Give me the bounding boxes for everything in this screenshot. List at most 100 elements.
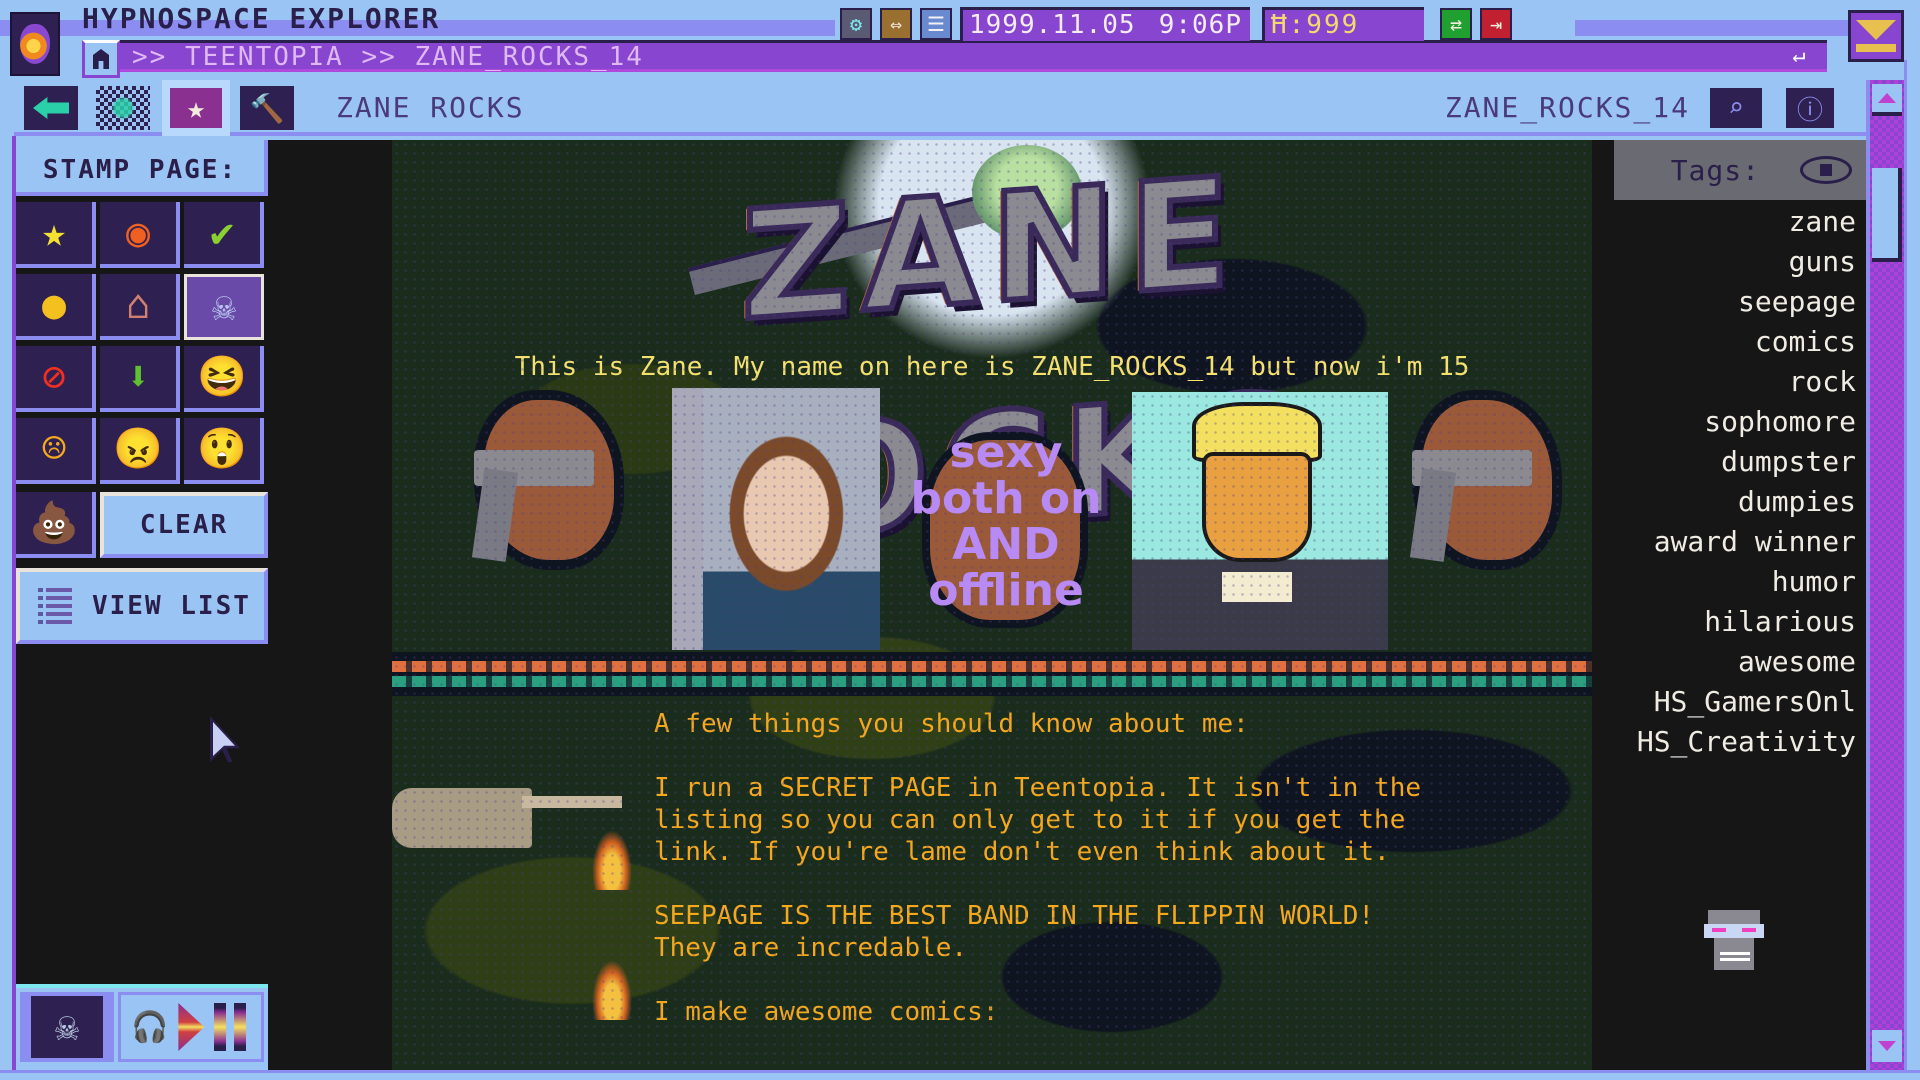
back-arrow-icon bbox=[33, 97, 69, 119]
tags-list: zane guns seepage comics rock sophomore … bbox=[1637, 202, 1856, 762]
laughing-face-icon: 😆 bbox=[197, 354, 247, 400]
home-icon bbox=[93, 49, 109, 69]
stamp-skull[interactable]: ☠ bbox=[184, 274, 264, 340]
tags-label: Tags: bbox=[1670, 153, 1760, 187]
poop-icon: 💩 bbox=[29, 500, 79, 546]
skull-icon: ☠ bbox=[211, 284, 237, 330]
star-icon: ★ bbox=[41, 210, 67, 256]
gun-image bbox=[1392, 390, 1552, 570]
tag-item[interactable]: award winner bbox=[1637, 522, 1856, 562]
tag-item[interactable]: comics bbox=[1637, 322, 1856, 362]
network-icon[interactable]: ⇄ bbox=[1440, 8, 1472, 40]
logout-icon[interactable]: ⇥ bbox=[1480, 8, 1512, 40]
about-paragraph: SEEPAGE IS THE BEST BAND IN THE FLIPPIN … bbox=[654, 901, 1375, 963]
minimize-button[interactable] bbox=[1848, 10, 1904, 62]
tag-item[interactable]: HS_Creativity bbox=[1637, 722, 1856, 762]
flame-icon bbox=[592, 830, 632, 890]
tag-item[interactable]: zane bbox=[1637, 202, 1856, 242]
cartoon-portrait bbox=[1132, 392, 1388, 650]
play-icon[interactable] bbox=[178, 1003, 205, 1051]
settings-icon[interactable]: ⚙ bbox=[840, 8, 872, 40]
go-icon[interactable]: ↵ bbox=[1781, 43, 1817, 69]
app-logo-icon[interactable] bbox=[10, 12, 60, 76]
search-icon[interactable]: ⌕ bbox=[1710, 88, 1762, 128]
stamp-poop[interactable]: 💩 bbox=[16, 492, 96, 558]
tag-item[interactable]: HS_GamersOnl bbox=[1637, 682, 1856, 722]
skull-button[interactable]: ☠ bbox=[20, 992, 114, 1062]
stamp-angry[interactable]: 😠 bbox=[100, 418, 180, 484]
slogan-line: sexy bbox=[949, 427, 1063, 478]
tag-item[interactable]: rock bbox=[1637, 362, 1856, 402]
eye-icon: ◉ bbox=[125, 210, 151, 256]
minimize-icon bbox=[1856, 20, 1896, 40]
tag-item[interactable]: humor bbox=[1637, 562, 1856, 602]
menu-icon[interactable]: ☰ bbox=[920, 8, 952, 40]
stamp-row-bottom: 💩 CLEAR bbox=[16, 492, 268, 558]
star-icon: ★ bbox=[170, 88, 222, 128]
title-stripe bbox=[1575, 20, 1855, 36]
window-frame-bottom bbox=[0, 1070, 1920, 1080]
stamp-panel: STAMP PAGE: ★ ◉ ✔ ● ⌂ ☠ ⊘ ⬇ 😆 ☹ 😠 😲 💩 CL… bbox=[16, 140, 268, 1070]
info-icon[interactable]: ⓘ bbox=[1786, 88, 1834, 128]
down-arrow-icon: ⬇ bbox=[125, 354, 151, 400]
page-title: ZANE ROCKS bbox=[336, 91, 525, 124]
headphones-icon[interactable]: 🎧 bbox=[131, 1010, 168, 1045]
gavel-icon[interactable]: 🔨 bbox=[240, 86, 294, 130]
tag-item[interactable]: dumpster bbox=[1637, 442, 1856, 482]
gun-image bbox=[454, 390, 614, 570]
music-controls: 🎧 bbox=[118, 992, 264, 1062]
flame-icon bbox=[592, 960, 632, 1020]
stamp-down-arrow[interactable]: ⬇ bbox=[100, 346, 180, 412]
title-bar: HYPNOSPACE EXPLORER ⚙ ⇔ ☰ 1999.11.05 9:0… bbox=[0, 0, 1920, 78]
stamp-coin[interactable]: ● bbox=[16, 274, 96, 340]
tag-item[interactable]: sophomore bbox=[1637, 402, 1856, 442]
address-bar[interactable]: >> TEENTOPIA >> ZANE_ROCKS_14 ↵ bbox=[82, 40, 1827, 78]
pause-icon[interactable] bbox=[214, 1003, 247, 1051]
window-frame-right bbox=[1904, 60, 1920, 1080]
hypnocoin-balance[interactable]: Ħ:999 bbox=[1262, 7, 1424, 41]
slogan-line: both on bbox=[910, 473, 1102, 524]
about-paragraph: I run a SECRET PAGE in Teentopia. It isn… bbox=[654, 773, 1422, 867]
eye-icon[interactable] bbox=[1800, 156, 1852, 184]
stamp-check[interactable]: ✔ bbox=[184, 202, 264, 268]
stamp-star[interactable]: ★ bbox=[16, 202, 96, 268]
skeleton-hand-image bbox=[392, 768, 622, 868]
fire-divider bbox=[392, 652, 1592, 696]
stamp-laughing[interactable]: 😆 bbox=[184, 346, 264, 412]
stamp-no[interactable]: ⊘ bbox=[16, 346, 96, 412]
tag-item[interactable]: hilarious bbox=[1637, 602, 1856, 642]
page-margin bbox=[268, 140, 392, 1070]
page-id: ZANE_ROCKS_14 bbox=[1444, 91, 1690, 124]
home-button[interactable] bbox=[82, 40, 120, 78]
robot-icon[interactable] bbox=[1704, 902, 1768, 978]
tag-item[interactable]: dumpies bbox=[1637, 482, 1856, 522]
wallpaper-button[interactable] bbox=[96, 86, 150, 130]
scroll-down-button[interactable] bbox=[1872, 1030, 1902, 1062]
address-input[interactable]: >> TEENTOPIA >> ZANE_ROCKS_14 bbox=[132, 43, 644, 71]
transfer-icon[interactable]: ⇔ bbox=[880, 8, 912, 40]
scroll-thumb[interactable] bbox=[1872, 168, 1902, 262]
browser-toolbar: ★ 🔨 ZANE ROCKS ZANE_ROCKS_14 ⌕ ⓘ bbox=[14, 80, 1866, 136]
stamp-house[interactable]: ⌂ bbox=[100, 274, 180, 340]
tag-item[interactable]: seepage bbox=[1637, 282, 1856, 322]
tag-item[interactable]: awesome bbox=[1637, 642, 1856, 682]
view-list-button[interactable]: VIEW LIST bbox=[16, 568, 268, 644]
webpage-content: ZANE ROCKS This is Zane. My name on here… bbox=[392, 140, 1592, 1070]
vertical-scrollbar[interactable] bbox=[1866, 80, 1904, 1070]
about-paragraph: I make awesome comics: bbox=[654, 997, 999, 1027]
tags-panel: Tags: zane guns seepage comics rock soph… bbox=[1592, 140, 1866, 1070]
coin-icon: ● bbox=[41, 282, 67, 328]
stamp-shocked[interactable]: 😲 bbox=[184, 418, 264, 484]
tags-header: Tags: bbox=[1614, 140, 1866, 200]
list-icon bbox=[38, 588, 72, 624]
back-button[interactable] bbox=[24, 86, 78, 130]
stamp-eye[interactable]: ◉ bbox=[100, 202, 180, 268]
stamp-sad[interactable]: ☹ bbox=[16, 418, 96, 484]
clear-button[interactable]: CLEAR bbox=[100, 492, 268, 558]
up-arrow-icon bbox=[1878, 93, 1896, 103]
slogan-line: offline bbox=[928, 565, 1084, 616]
stamp-grid: ★ ◉ ✔ ● ⌂ ☠ ⊘ ⬇ 😆 ☹ 😠 😲 bbox=[16, 202, 268, 484]
scroll-up-button[interactable] bbox=[1872, 84, 1902, 116]
stamp-tool-button[interactable]: ★ bbox=[162, 80, 230, 136]
tag-item[interactable]: guns bbox=[1637, 242, 1856, 282]
